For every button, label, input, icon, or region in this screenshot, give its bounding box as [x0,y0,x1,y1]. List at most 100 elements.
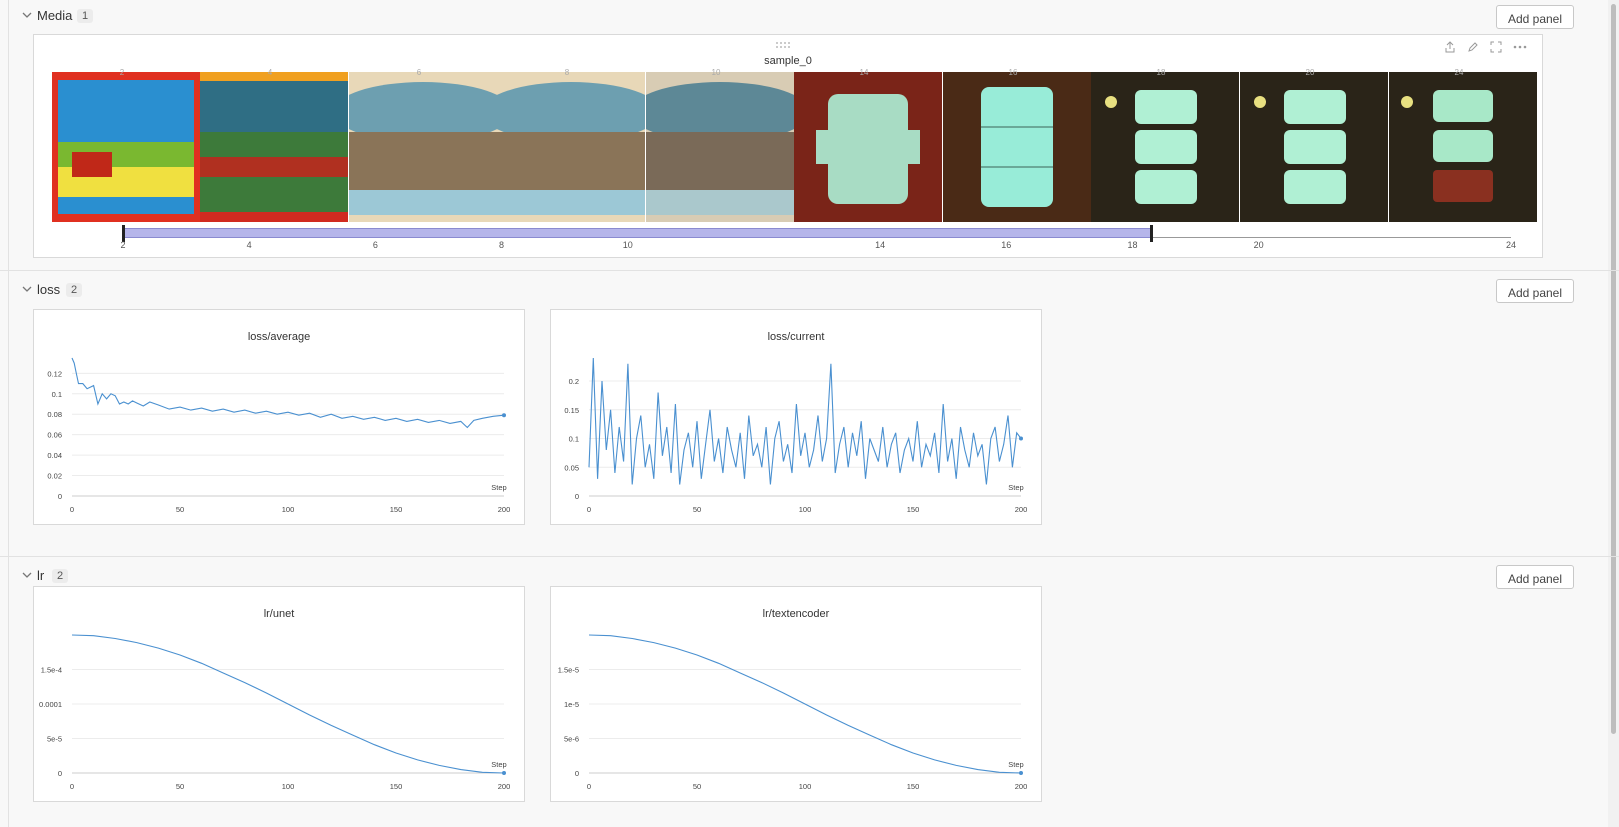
slider-handle-end[interactable] [1150,225,1154,242]
slider-tick-label: 10 [622,240,633,250]
thumbnail-step-label: 24 [1454,68,1464,77]
slider-tick-label: 20 [1253,240,1264,250]
thumbnail-step-label: 14 [859,68,869,77]
divider [0,270,1619,271]
slider-tick-label: 16 [1001,240,1012,250]
chevron-down-icon[interactable] [21,283,33,295]
section-title: lr [37,568,45,583]
slider-tick-label: 24 [1505,240,1517,250]
y-tick-label: 0.15 [564,406,579,415]
thumbnail-image [349,72,497,222]
y-tick-label: 0 [575,769,579,778]
slider-tick-label: 14 [875,240,886,250]
series-end-point [1019,771,1023,775]
slider-tick-label: 8 [499,240,505,250]
drag-handle-icon[interactable] [775,41,793,49]
chart-panel[interactable]: lr/unet 0 5e-5 0.0001 1.5e-4 0 50 100 150 200 Step [33,586,525,802]
x-tick-label: 200 [1015,505,1028,514]
add-panel-button[interactable]: Add panel [1496,565,1574,589]
thumbnail-step-label: 6 [416,68,422,77]
x-tick-label: 150 [390,782,403,791]
more-icon[interactable] [1513,41,1527,53]
scrollbar-thumb[interactable] [1611,4,1616,734]
y-tick-label: 0.2 [569,377,579,386]
x-tick-label: 0 [70,505,74,514]
x-tick-label: 100 [799,505,812,514]
y-tick-label: 5e-5 [47,735,62,744]
media-thumbnail[interactable] [52,72,200,222]
y-tick-label: 0 [575,492,579,501]
panel-title: sample_0 [764,55,812,67]
thumbnail-step-label: 18 [1156,68,1166,77]
x-axis-label: Step [1008,760,1023,769]
chevron-down-icon[interactable] [21,569,33,581]
media-thumbnail[interactable] [943,72,1091,222]
chart-panel[interactable]: loss/average 0 0.02 0.04 0.06 0.08 0.1 0.12 0 50 1… [33,309,525,525]
thumbnail-image [497,72,645,222]
series-end-point [1019,436,1023,441]
thumbnail-image [794,72,942,222]
x-tick-label: 200 [498,505,511,514]
media-thumbnail[interactable] [794,72,942,222]
fullscreen-icon[interactable] [1490,41,1502,53]
x-tick-label: 150 [907,505,920,514]
media-thumbnail[interactable] [1240,72,1388,222]
y-tick-label: 0.06 [47,431,62,440]
divider [0,556,1619,557]
scrollbar[interactable] [1608,0,1619,827]
chart-panel[interactable]: loss/current 0 0.05 0.1 0.15 0.2 0 50 100 150 200 S… [550,309,1042,525]
y-tick-label: 5e-6 [564,735,579,744]
x-tick-label: 50 [693,782,701,791]
section-title: loss [37,282,61,297]
y-tick-label: 0.0001 [39,700,62,709]
y-tick-label: 0.1 [52,390,62,399]
thumbnail-step-label: 8 [564,68,570,77]
line-chart: 0 0.05 0.1 0.15 0.2 0 50 100 150 200 Step [564,357,1028,514]
x-tick-label: 0 [587,505,591,514]
slider-tick-label: 2 [120,240,126,250]
x-tick-label: 50 [693,505,701,514]
x-tick-label: 50 [176,782,184,791]
chevron-down-icon[interactable] [21,9,33,21]
thumbnail-image [1240,72,1388,222]
thumbnail-image [646,72,794,222]
media-thumbnail[interactable] [349,72,497,222]
chart-panel[interactable]: lr/textencoder 0 5e-6 1e-5 1.5e-5 0 50 100 150 20… [550,586,1042,802]
y-tick-label: 0.05 [564,463,579,472]
section-header[interactable]: loss 2 Add panel [9,274,1608,304]
section-count-badge: 1 [77,9,94,23]
share-icon[interactable] [1444,41,1456,53]
thumbnail-image [200,72,348,222]
add-panel-button[interactable]: Add panel [1496,279,1574,303]
slider-tick-label: 18 [1127,240,1138,250]
thumbnail-step-label: 10 [711,68,721,77]
x-tick-label: 150 [390,505,403,514]
series-line [71,357,505,429]
y-tick-label: 1e-5 [564,700,579,709]
media-thumbnail[interactable] [1389,72,1537,222]
series-line [588,357,1022,485]
thumbnail-step-label: 16 [1008,68,1018,77]
section-count-badge: 2 [66,283,83,297]
section-header[interactable]: Media 1 Add panel [9,0,1608,30]
media-thumbnail[interactable] [646,72,794,222]
y-tick-label: 0.12 [47,369,62,378]
thumbnail-image [1389,72,1537,222]
section-title: Media [37,8,73,23]
add-panel-button[interactable]: Add panel [1496,5,1574,29]
media-thumbnail[interactable] [200,72,348,222]
y-tick-label: 0.08 [47,410,62,419]
thumbnail-image [52,72,200,222]
slider-range[interactable] [123,228,1152,238]
media-thumbnail[interactable] [497,72,645,222]
thumbnail-image [1091,72,1239,222]
media-thumbnail[interactable] [1091,72,1239,222]
section-count-badge: 2 [52,569,69,583]
x-tick-label: 100 [799,782,812,791]
series-end-point [502,771,506,775]
thumbnail-step-label: 2 [119,68,125,77]
edit-icon[interactable] [1467,41,1479,53]
series-end-point [502,413,506,418]
line-chart: 0 5e-5 0.0001 1.5e-4 0 50 100 150 200 Step [39,634,510,791]
line-chart: 0 5e-6 1e-5 1.5e-5 0 50 100 150 200 Step [558,634,1027,791]
